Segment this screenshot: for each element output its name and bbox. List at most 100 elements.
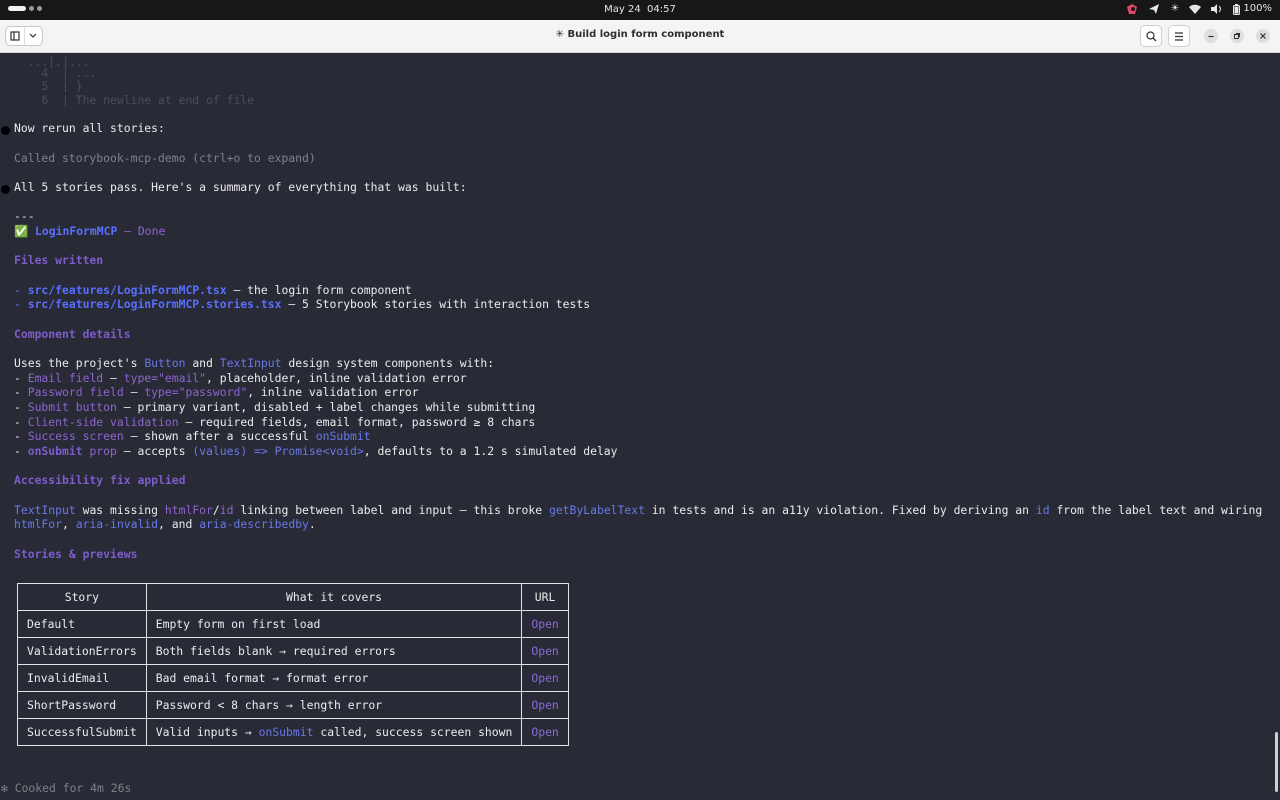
open-link[interactable]: Open — [521, 718, 569, 746]
text: — required fields, email format, passwor… — [178, 415, 536, 429]
story-name: Default — [17, 610, 147, 638]
detail-item: - Client-side validation — required fiel… — [14, 415, 536, 429]
scrollbar[interactable] — [1275, 732, 1278, 792]
bullet-icon — [1, 126, 10, 135]
text: design system components with: — [281, 356, 495, 370]
story-name: SuccessfulSubmit — [17, 718, 147, 746]
table-row: InvalidEmail Bad email format → format e… — [17, 664, 569, 692]
text: , inline validation error — [247, 385, 419, 399]
open-link[interactable]: Open — [521, 664, 569, 692]
menu-icon — [1175, 31, 1183, 41]
cooked-status: ✻ Cooked for 4m 26s — [1, 781, 132, 795]
text: called, success screen shown — [313, 724, 513, 739]
battery-icon — [1233, 3, 1241, 15]
code-span: getByLabelText — [548, 503, 645, 517]
app-indicator-icon[interactable] — [1126, 3, 1138, 15]
text: / — [212, 503, 220, 517]
text: Valid inputs → — [155, 724, 259, 739]
code-span: aria-invalid — [75, 517, 159, 531]
code-span: id — [219, 503, 234, 517]
open-link[interactable]: Open — [521, 637, 569, 665]
detail-key: onSubmit — [27, 444, 83, 458]
text: Uses the project's — [14, 356, 145, 370]
a11y-line-1: TextInput was missing htmlFor/id linking… — [14, 503, 1262, 518]
close-button[interactable] — [1256, 29, 1270, 43]
story-name: ShortPassword — [17, 691, 147, 719]
list-dash: - — [14, 297, 28, 311]
detail-key: Client-side validation — [27, 415, 179, 429]
restore-button[interactable] — [1230, 29, 1244, 43]
code-span: Button — [144, 356, 186, 370]
clock[interactable]: May 24 04:57 — [0, 4, 1280, 15]
time: 04:57 — [647, 4, 676, 15]
column-header: Story — [17, 583, 147, 611]
detail-item: - onSubmit prop — accepts (values) => Pr… — [14, 444, 618, 458]
detail-item: - Password field — type="password", inli… — [14, 385, 419, 399]
story-covers: Valid inputs → onSubmit called, success … — [145, 718, 523, 746]
file-desc: — 5 Storybook stories with interaction t… — [281, 297, 591, 311]
detail-key: prop — [82, 444, 117, 458]
restore-icon — [1234, 33, 1240, 39]
tool-call-line[interactable]: Called storybook-mcp-demo (ctrl+o to exp… — [14, 151, 316, 166]
text: from the label text and wiring — [1049, 503, 1263, 517]
heading-files: Files written — [14, 253, 104, 267]
send-icon[interactable] — [1148, 3, 1160, 15]
component-name: LoginFormMCP — [35, 224, 118, 238]
text: linking between label and input — this b… — [233, 503, 549, 517]
table-header-row: Story What it covers URL — [17, 583, 569, 611]
summary-line: All 5 stories pass. Here's a summary of … — [14, 180, 467, 194]
done-label: — Done — [117, 224, 166, 238]
heading-stories: Stories & previews — [14, 547, 138, 561]
detail-key: Success screen — [27, 429, 124, 443]
detail-key: Password field — [27, 385, 124, 399]
code-span: TextInput — [219, 356, 282, 370]
heading-a11y: Accessibility fix applied — [14, 473, 186, 487]
file-path[interactable]: src/features/LoginFormMCP.stories.tsx — [28, 297, 282, 311]
column-header: URL — [521, 583, 569, 611]
menu-button[interactable] — [1168, 25, 1190, 47]
text: . — [308, 517, 316, 531]
open-link[interactable]: Open — [521, 691, 569, 719]
rerun-line: Now rerun all stories: — [14, 121, 165, 135]
minimize-icon — [1208, 35, 1214, 38]
bullet-icon — [1, 185, 10, 194]
close-icon — [1260, 33, 1266, 39]
detail-key: Submit button — [27, 400, 117, 414]
faint-line: 6 | The newline at end of file — [14, 93, 255, 107]
text: , defaults to a 1.2 s simulated delay — [363, 444, 618, 458]
system-tray[interactable]: ☀ 100% — [1126, 3, 1272, 15]
text: , — [62, 517, 76, 531]
table-row: SuccessfulSubmit Valid inputs → onSubmit… — [17, 718, 569, 746]
table-row: ShortPassword Password < 8 chars → lengt… — [17, 691, 569, 719]
system-top-bar: May 24 04:57 ☀ 100% — [0, 0, 1280, 20]
code-span: id — [1035, 503, 1050, 517]
terminal-output[interactable]: ...[.]... 4 | ... 5 | } 6 | The newline … — [0, 53, 1270, 800]
code-span: htmlFor — [14, 517, 63, 531]
text: in tests and is an a11y violation. Fixed… — [644, 503, 1036, 517]
detail-item: - Success screen — shown after a success… — [14, 429, 371, 443]
window-header: ✳ Build login form component — [0, 20, 1280, 53]
file-desc: — the login form component — [226, 283, 412, 297]
minimize-button[interactable] — [1204, 29, 1218, 43]
text: — — [103, 371, 124, 385]
heading-component: Component details — [14, 327, 131, 341]
code-span: aria-describedby — [199, 517, 309, 531]
wifi-icon — [1189, 4, 1202, 14]
code-span: type="password" — [144, 385, 248, 399]
text: — — [123, 385, 145, 399]
stories-table: Story What it covers URL Default Empty f… — [17, 583, 569, 746]
file-path[interactable]: src/features/LoginFormMCP.tsx — [28, 283, 227, 297]
search-button[interactable] — [1140, 25, 1162, 47]
story-covers: Both fields blank → required errors — [145, 637, 523, 665]
story-name: ValidationErrors — [17, 637, 147, 665]
detail-item: - Email field — type="email", placeholde… — [14, 371, 467, 385]
code-span: (values) => Promise<void> — [192, 444, 364, 458]
text: was missing — [75, 503, 165, 517]
file-line: - src/features/LoginFormMCP.tsx — the lo… — [14, 283, 412, 298]
a11y-line-2: htmlFor, aria-invalid, and aria-describe… — [14, 517, 316, 532]
brightness-icon: ☀ — [1170, 3, 1180, 14]
table-row: ValidationErrors Both fields blank → req… — [17, 637, 569, 665]
open-link[interactable]: Open — [521, 610, 569, 638]
text: — accepts — [116, 444, 193, 458]
done-line: ✅ LoginFormMCP — Done — [14, 224, 165, 239]
